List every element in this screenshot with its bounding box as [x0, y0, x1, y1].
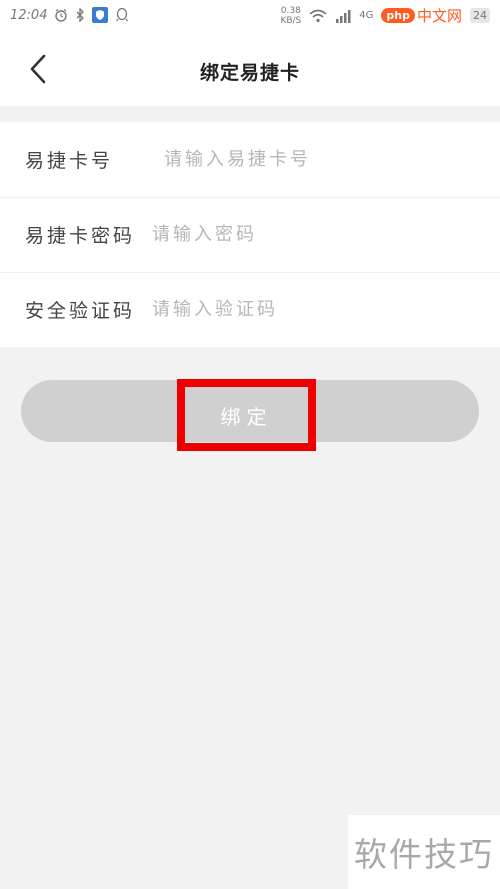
- signal-icon: [335, 9, 351, 23]
- battery-icon: 24: [470, 8, 490, 23]
- shield-icon: [92, 7, 109, 23]
- security-code-label: 安全验证码: [25, 300, 136, 322]
- status-time: 12:04: [10, 7, 48, 23]
- card-password-input[interactable]: [152, 214, 472, 255]
- brand-logo: php 中文网: [381, 5, 462, 26]
- bluetooth-icon: [75, 8, 85, 22]
- qq-icon: [115, 7, 129, 23]
- speed-value: 0.38: [280, 5, 301, 16]
- card-password-row: 易捷卡密码: [0, 197, 500, 273]
- card-number-label: 易捷卡号: [25, 150, 114, 172]
- status-right-group: 0.38 KB/S 4G php 中文网 24: [280, 5, 490, 26]
- status-left-group: 12:04: [10, 7, 129, 23]
- alarm-icon: [54, 8, 68, 22]
- brand-badge: php: [381, 8, 415, 23]
- nav-header: 绑定易捷卡: [0, 36, 500, 106]
- watermark-text: 软件技巧: [354, 835, 494, 874]
- page-title: 绑定易捷卡: [199, 62, 300, 84]
- speed-unit: KB/S: [280, 15, 302, 26]
- status-bar: 12:04 0.38 KB/S 4G php 中文网 24: [0, 0, 500, 36]
- card-number-input[interactable]: [164, 139, 484, 180]
- bind-button[interactable]: [21, 380, 479, 442]
- network-type: 4G: [359, 10, 374, 21]
- card-password-label: 易捷卡密码: [25, 225, 136, 247]
- bind-form: 易捷卡号 易捷卡密码 安全验证码: [0, 122, 500, 347]
- watermark: 软件技巧: [348, 815, 500, 889]
- network-speed: 0.38 KB/S: [280, 6, 301, 26]
- card-number-row: 易捷卡号: [0, 122, 500, 198]
- security-code-row: 安全验证码: [0, 272, 500, 347]
- wifi-icon: [309, 9, 327, 23]
- security-code-input[interactable]: [152, 289, 472, 330]
- brand-text: 中文网: [416, 7, 462, 25]
